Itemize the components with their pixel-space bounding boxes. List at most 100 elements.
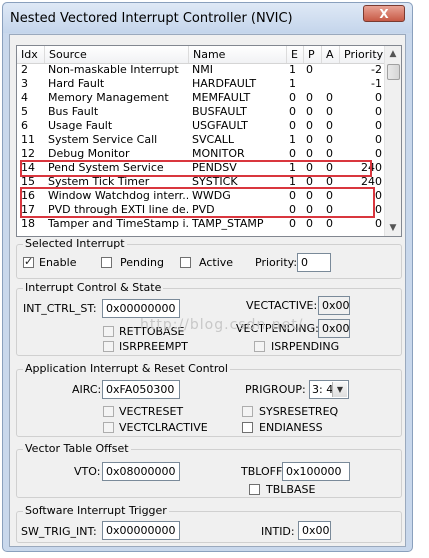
chevron-down-icon[interactable]: ▼ bbox=[332, 382, 347, 397]
rettobase-checkbox[interactable] bbox=[103, 326, 114, 337]
cell-a: 0 bbox=[326, 161, 333, 174]
prigroup-select[interactable]: 3: 4.4 ▼ bbox=[309, 380, 349, 399]
vectclractive-label: VECTCLRACTIVE bbox=[119, 421, 208, 434]
cell-source: Window Watchdog interr... bbox=[48, 189, 188, 202]
scroll-thumb[interactable] bbox=[387, 64, 400, 80]
enable-checkbox[interactable] bbox=[23, 255, 34, 268]
endianess-checkbox[interactable] bbox=[242, 422, 253, 433]
table-scrollbar[interactable]: ▲ ▼ bbox=[384, 46, 401, 236]
airc-label: AIRC: bbox=[72, 383, 102, 396]
isrpreempt-checkbox[interactable] bbox=[103, 341, 114, 352]
cell-priority: -2 bbox=[371, 63, 382, 76]
cell-name: NMI bbox=[192, 63, 213, 76]
col-name-header[interactable]: Name bbox=[189, 46, 287, 63]
window-title: Nested Vectored Interrupt Controller (NV… bbox=[10, 11, 293, 26]
col-idx-header[interactable]: Idx bbox=[17, 46, 45, 63]
isrpreempt-label: ISRPREEMPT bbox=[119, 340, 188, 353]
isrpending-checkbox[interactable] bbox=[254, 341, 265, 352]
group-label: Interrupt Control & State bbox=[23, 281, 164, 294]
selected-interrupt-group: Selected Interrupt Enable Pending Active… bbox=[16, 237, 402, 279]
cell-p: 0 bbox=[306, 63, 313, 76]
cell-e: 0 bbox=[289, 217, 296, 230]
table-row[interactable]: 6 Usage Fault USGFAULT 0 0 0 0 bbox=[17, 119, 387, 133]
enable-label: Enable bbox=[39, 256, 77, 269]
cell-name: SVCALL bbox=[192, 133, 234, 146]
scroll-up-icon[interactable]: ▲ bbox=[385, 46, 401, 62]
cell-e: 1 bbox=[289, 175, 296, 188]
table-row[interactable]: 11 System Service Call SVCALL 1 0 0 0 bbox=[17, 133, 387, 147]
cell-p: 0 bbox=[306, 217, 313, 230]
pending-label: Pending bbox=[120, 256, 164, 269]
tblbase-checkbox[interactable] bbox=[249, 484, 260, 495]
table-row[interactable]: 12 Debug Monitor MONITOR 0 0 0 0 bbox=[17, 147, 387, 161]
cell-a: 0 bbox=[326, 189, 333, 202]
vectreset-checkbox[interactable] bbox=[103, 406, 114, 417]
priority-input[interactable]: 0 bbox=[297, 253, 331, 272]
table-row[interactable]: 17 PVD through EXTI line de... PVD 0 0 0 0 bbox=[17, 203, 387, 217]
cell-e: 0 bbox=[289, 189, 296, 202]
cell-priority: 0 bbox=[375, 147, 382, 160]
table-row[interactable]: 18 Tamper and TimeStamp i... TAMP_STAMP 0 0 0… bbox=[17, 217, 387, 231]
int-ctrl-st-input[interactable]: 0x00000000 bbox=[102, 299, 180, 318]
active-checkbox[interactable] bbox=[180, 257, 191, 268]
cell-e: 0 bbox=[289, 203, 296, 216]
table-row[interactable]: 2 Non-maskable Interrupt NMI 1 0 -2 bbox=[17, 63, 387, 77]
vectactive-value: 0x00 bbox=[318, 296, 350, 315]
close-button[interactable]: X bbox=[363, 5, 405, 22]
cell-priority: 0 bbox=[375, 217, 382, 230]
vectreset-label: VECTRESET bbox=[119, 405, 184, 418]
cell-a: 0 bbox=[326, 119, 333, 132]
cell-a: 0 bbox=[326, 133, 333, 146]
int-ctrl-st-label: INT_CTRL_ST: bbox=[23, 302, 97, 315]
cell-idx: 2 bbox=[21, 63, 28, 76]
active-label: Active bbox=[199, 256, 234, 269]
vto-input[interactable]: 0x08000000 bbox=[102, 462, 180, 481]
pending-checkbox[interactable] bbox=[101, 257, 112, 268]
table-row[interactable]: 5 Bus Fault BUSFAULT 0 0 0 0 bbox=[17, 105, 387, 119]
table-row[interactable]: 16 Window Watchdog interr... WWDG 0 0 0 0 bbox=[17, 189, 387, 203]
cell-name: MEMFAULT bbox=[192, 91, 251, 104]
table-header: Idx Source Name E P A Priority bbox=[17, 46, 387, 64]
group-label: Selected Interrupt bbox=[23, 237, 127, 250]
sysresetreq-checkbox[interactable] bbox=[242, 406, 253, 417]
cell-idx: 17 bbox=[21, 203, 35, 216]
table-row[interactable]: 15 System Tick Timer SYSTICK 1 0 0 240 bbox=[17, 175, 387, 189]
col-source-header[interactable]: Source bbox=[45, 46, 189, 63]
tbloff-input[interactable]: 0x100000 bbox=[282, 462, 350, 481]
cell-a: 0 bbox=[326, 147, 333, 160]
cell-idx: 18 bbox=[21, 217, 35, 230]
col-a-header[interactable]: A bbox=[322, 46, 340, 63]
vector-table-offset-group: Vector Table Offset VTO: 0x08000000 TBLO… bbox=[16, 442, 402, 498]
cell-e: 0 bbox=[289, 119, 296, 132]
col-p-header[interactable]: P bbox=[304, 46, 322, 63]
cell-priority: 0 bbox=[375, 105, 382, 118]
nvic-window: Nested Vectored Interrupt Controller (NV… bbox=[2, 2, 413, 552]
tbloff-label: TBLOFF: bbox=[241, 465, 286, 478]
sw-trig-int-input[interactable]: 0x00000000 bbox=[102, 521, 180, 540]
cell-source: Usage Fault bbox=[48, 119, 113, 132]
prigroup-label: PRIGROUP: bbox=[245, 383, 306, 396]
table-row[interactable]: 3 Hard Fault HARDFAULT 1 -1 bbox=[17, 77, 387, 91]
group-label: Vector Table Offset bbox=[23, 442, 131, 455]
table-row[interactable]: 4 Memory Management MEMFAULT 0 0 0 0 bbox=[17, 91, 387, 105]
scroll-down-icon[interactable]: ▼ bbox=[385, 220, 401, 236]
col-e-header[interactable]: E bbox=[287, 46, 304, 63]
group-label: Software Interrupt Trigger bbox=[23, 504, 169, 517]
cell-source: System Service Call bbox=[48, 133, 158, 146]
title-bar[interactable]: Nested Vectored Interrupt Controller (NV… bbox=[3, 3, 412, 33]
airc-input[interactable]: 0xFA050300 bbox=[102, 380, 180, 399]
cell-p: 0 bbox=[306, 175, 313, 188]
cell-name: BUSFAULT bbox=[192, 105, 247, 118]
intid-input[interactable]: 0x00 bbox=[298, 521, 331, 540]
cell-e: 1 bbox=[289, 63, 296, 76]
cell-e: 1 bbox=[289, 77, 296, 90]
vectclractive-checkbox[interactable] bbox=[103, 422, 114, 433]
cell-p: 0 bbox=[306, 203, 313, 216]
cell-a: 0 bbox=[326, 217, 333, 230]
col-priority-header[interactable]: Priority bbox=[340, 46, 387, 63]
sysresetreq-label: SYSRESETREQ bbox=[259, 405, 339, 418]
cell-source: Pend System Service bbox=[48, 161, 164, 174]
cell-e: 0 bbox=[289, 91, 296, 104]
table-row[interactable]: 14 Pend System Service PENDSV 1 0 0 240 bbox=[17, 161, 387, 175]
cell-source: System Tick Timer bbox=[48, 175, 150, 188]
